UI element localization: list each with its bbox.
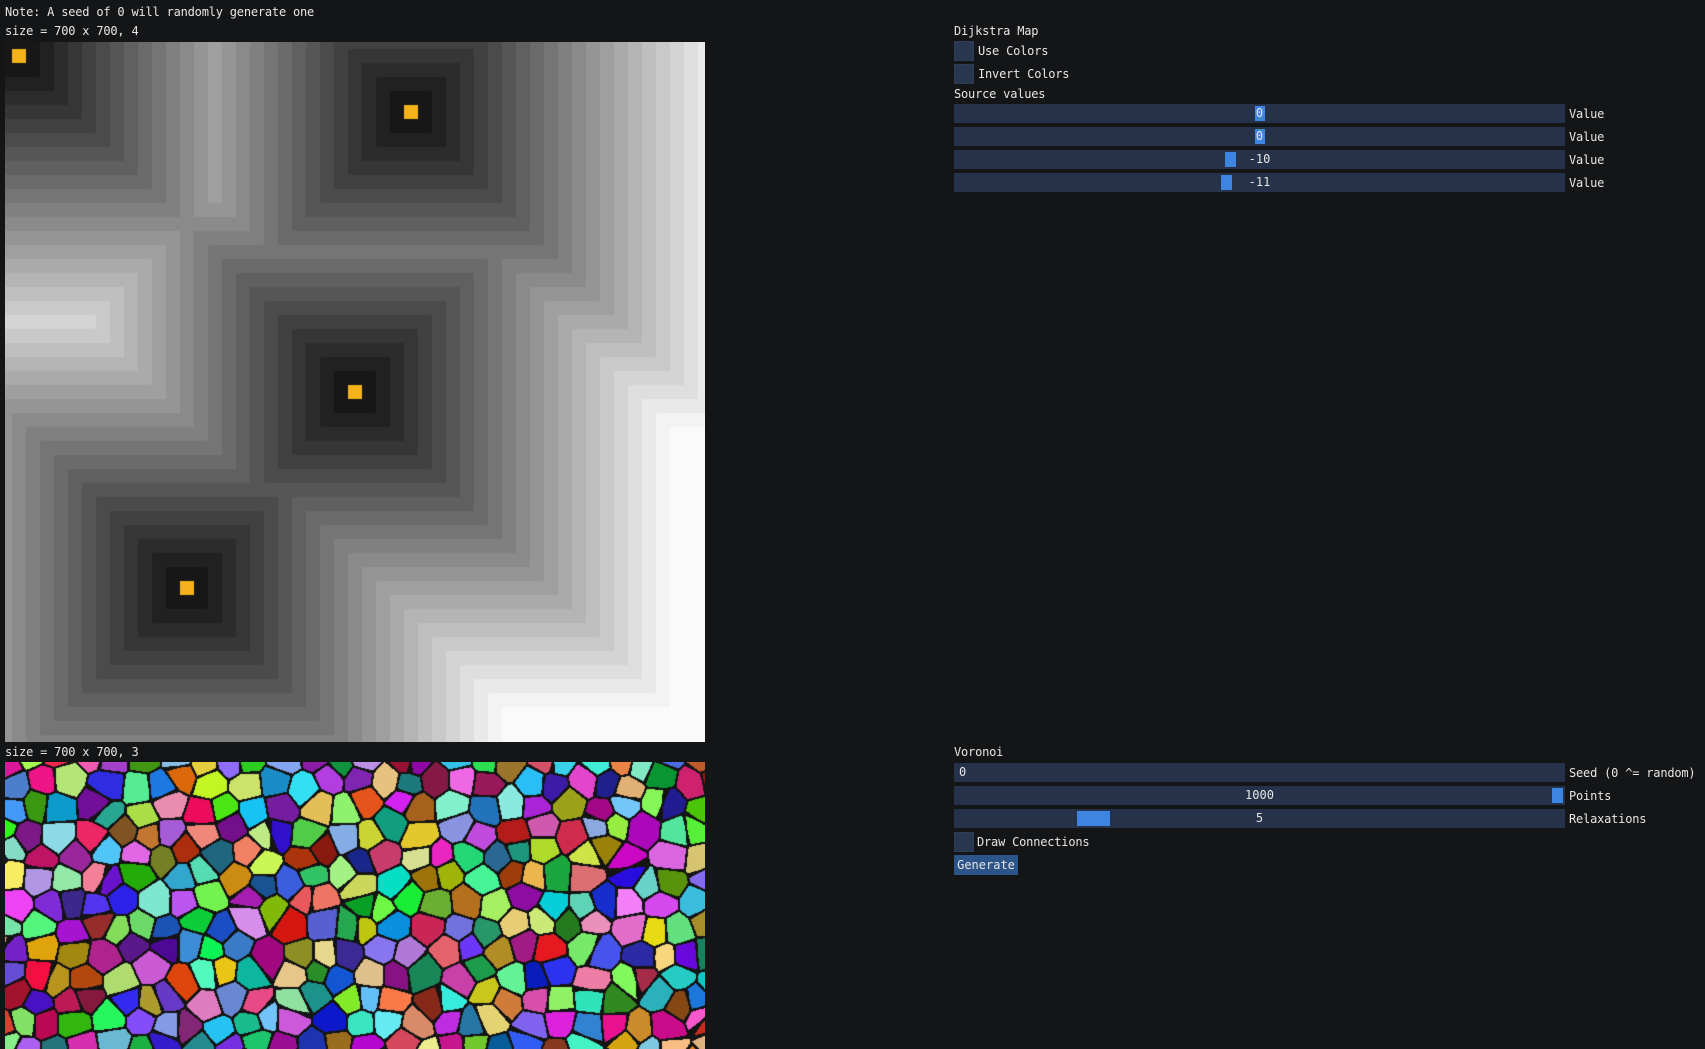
source-value-slider-1-label: Value	[1569, 107, 1605, 121]
seed-input[interactable]: 0	[954, 763, 1565, 782]
voronoi-size-label: size = 700 x 700, 3	[5, 745, 139, 759]
slider-value: 5	[1255, 811, 1264, 825]
slider-value: -10	[1248, 152, 1271, 166]
relaxations-slider[interactable]: 5	[954, 809, 1565, 828]
seed-note: Note: A seed of 0 will randomly generate…	[5, 5, 315, 19]
slider-value: 0	[1255, 106, 1264, 120]
dijkstra-map-canvas[interactable]	[5, 42, 705, 742]
source-value-slider-3-label: Value	[1569, 153, 1605, 167]
seed-input-value: 0	[959, 765, 967, 779]
points-label: Points	[1569, 789, 1612, 803]
seed-label: Seed (0 ^= random)	[1569, 766, 1696, 780]
generate-button[interactable]: Generate	[954, 855, 1018, 875]
points-slider[interactable]: 1000	[954, 786, 1565, 805]
dijkstra-size-label: size = 700 x 700, 4	[5, 24, 139, 38]
voronoi-panel-title: Voronoi	[954, 745, 1004, 759]
source-value-slider-2-label: Value	[1569, 130, 1605, 144]
relaxations-label: Relaxations	[1569, 812, 1647, 826]
draw-connections-label: Draw Connections	[977, 835, 1090, 849]
use-colors-checkbox[interactable]	[954, 41, 974, 61]
source-values-label: Source values	[954, 87, 1046, 101]
source-value-slider-2[interactable]: 0	[954, 127, 1565, 146]
slider-value: 1000	[1245, 788, 1274, 802]
draw-connections-checkbox[interactable]	[954, 832, 974, 852]
dijkstra-panel-title: Dijkstra Map	[954, 24, 1039, 38]
source-value-slider-1[interactable]: 0	[954, 104, 1565, 123]
slider-value: -11	[1248, 175, 1271, 189]
slider-value: 0	[1255, 129, 1264, 143]
source-value-slider-4-label: Value	[1569, 176, 1605, 190]
source-value-slider-4[interactable]: -11	[954, 173, 1565, 192]
use-colors-label: Use Colors	[978, 44, 1049, 58]
voronoi-diagram-canvas[interactable]	[5, 762, 705, 1049]
invert-colors-label: Invert Colors	[978, 67, 1070, 81]
source-value-slider-3[interactable]: -10	[954, 150, 1565, 169]
invert-colors-checkbox[interactable]	[954, 64, 974, 84]
